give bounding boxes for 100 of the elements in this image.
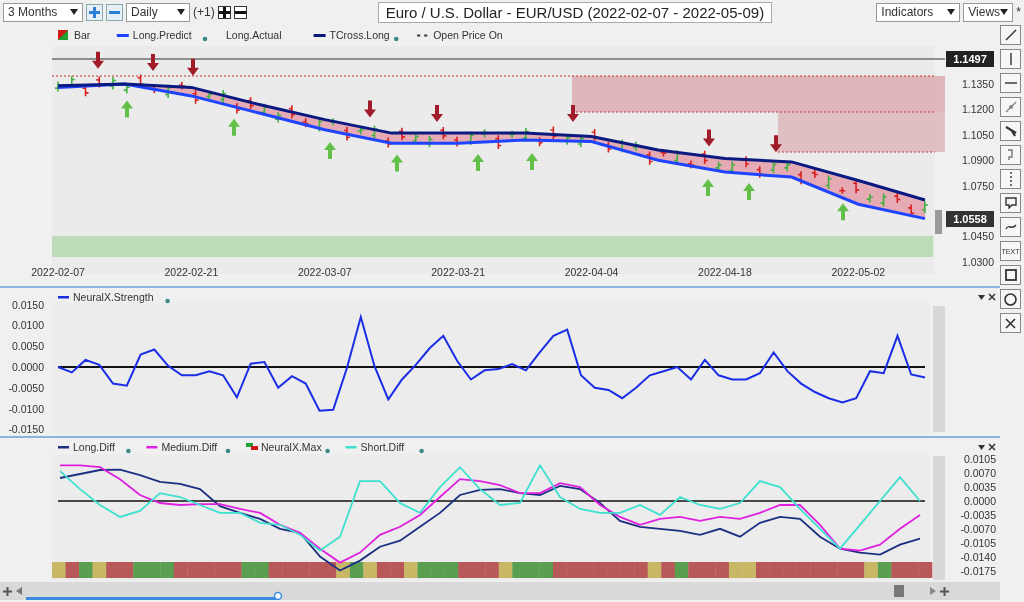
axis-label: -0.0035 <box>960 508 996 521</box>
legend-label: Long.Predict <box>132 29 192 41</box>
modified-mark: * <box>1016 5 1021 19</box>
legend-label: Open Price On <box>433 29 503 41</box>
down-arrow-icon <box>364 100 376 118</box>
add-button[interactable] <box>217 5 231 19</box>
vertical-line-icon <box>1008 53 1013 65</box>
up-arrow-icon <box>121 100 133 118</box>
horizontal-line-icon <box>1004 81 1017 85</box>
axis-label: -0.0175 <box>960 564 996 577</box>
axis-label: -0.0100 <box>8 402 44 415</box>
range-select[interactable]: 3 Months <box>3 2 83 22</box>
legend-label: Medium.Diff <box>161 441 218 453</box>
axis-label: -0.0050 <box>8 381 44 394</box>
caret-icon <box>947 9 956 15</box>
bar-legend-icon <box>246 443 258 450</box>
legend-dot-icon <box>325 448 330 454</box>
bar-legend-icon <box>58 30 68 40</box>
circle-icon <box>1004 292 1017 306</box>
axis-label: 2022-03-07 <box>297 266 352 278</box>
up-arrow-icon <box>228 118 240 136</box>
price-badge: 1.0558 <box>946 211 994 227</box>
axis-label: 1.1200 <box>961 103 994 116</box>
caret-icon <box>1000 9 1009 15</box>
zoom-in-button[interactable] <box>86 3 103 21</box>
views-select[interactable]: Views <box>963 2 1014 22</box>
axis-label: 1.0300 <box>961 255 994 268</box>
up-arrow-icon <box>324 141 336 159</box>
down-arrow-icon <box>770 135 782 153</box>
down-arrow-icon <box>147 54 159 71</box>
legend-label: TCross.Long <box>329 29 390 41</box>
scroll-track[interactable] <box>933 456 945 580</box>
up-arrow-icon <box>526 153 538 170</box>
step-line-icon <box>1005 149 1016 161</box>
axis-label: 1.0900 <box>961 154 994 167</box>
axis-label: 2022-02-21 <box>164 266 219 278</box>
callout-icon <box>1004 197 1017 209</box>
down-arrow-icon <box>703 129 715 147</box>
remove-button[interactable] <box>233 5 247 19</box>
caret-icon[interactable] <box>978 445 985 450</box>
drawing-tool-button[interactable] <box>1000 313 1021 333</box>
axis-label: 0.0105 <box>963 453 996 466</box>
scroll-track[interactable] <box>933 306 945 432</box>
down-arrow-icon <box>92 51 104 69</box>
axis-label: 2022-04-04 <box>564 266 619 278</box>
up-arrow-icon <box>391 154 403 172</box>
down-arrow-icon <box>431 104 443 122</box>
legend-dot-icon <box>202 36 208 42</box>
axis-label: 0.0000 <box>11 361 44 373</box>
drawing-tool-button[interactable] <box>1000 289 1021 309</box>
drawing-tool-button[interactable] <box>1000 265 1021 285</box>
up-arrow-icon <box>702 178 714 196</box>
close-icon <box>1005 317 1016 329</box>
legend-dot-icon <box>126 448 131 454</box>
up-arrow-icon <box>472 153 484 171</box>
plus-icon[interactable] <box>3 586 12 596</box>
axis-label: 0.0050 <box>11 340 44 353</box>
scroll-handle[interactable] <box>935 210 942 234</box>
drawing-tool-button[interactable] <box>1000 217 1021 237</box>
dashed-line-icon <box>416 34 429 37</box>
wave-icon <box>1004 223 1017 231</box>
interval-select[interactable]: Daily <box>126 2 190 22</box>
square-icon <box>1004 269 1017 281</box>
indicators-select[interactable]: Indicators <box>876 2 961 22</box>
legend-label: Bar <box>74 29 91 41</box>
up-arrow-icon <box>743 183 755 201</box>
up-arrow-icon <box>837 203 849 221</box>
scroll-left-icon[interactable] <box>16 587 22 595</box>
legend-dot-icon <box>225 448 231 454</box>
legend-dot-icon <box>393 36 399 42</box>
drawing-tool-button[interactable] <box>1000 121 1021 141</box>
axis-label: 1.0750 <box>961 179 994 192</box>
axis-label: -0.0150 <box>8 423 44 436</box>
legend-dot-icon <box>419 448 424 454</box>
axis-label: 2022-04-18 <box>698 266 752 278</box>
caret-icon <box>177 9 185 15</box>
plus-icon[interactable] <box>940 586 949 596</box>
axis-label: 0.0000 <box>963 495 996 507</box>
ray-icon <box>1004 101 1017 113</box>
legend-dot-icon <box>165 298 170 304</box>
axis-label: 1.0450 <box>961 230 994 243</box>
legend-label: NeuralX.Strength <box>73 291 154 303</box>
dotted-line-icon <box>1008 172 1013 186</box>
legend-label: NeuralX.Max <box>261 441 322 453</box>
axis-label: -0.0070 <box>960 522 996 535</box>
caret-icon[interactable] <box>978 295 985 300</box>
drawing-tool-button[interactable] <box>1000 193 1021 213</box>
axis-label: 0.0150 <box>11 298 44 311</box>
plus-icon <box>89 6 100 18</box>
pen-icon <box>1004 125 1017 137</box>
zoom-out-button[interactable] <box>106 3 123 21</box>
chart-title: Euro / U.S. Dollar - EUR/USD (2022-02-07 - 2022-05-09) <box>377 1 773 23</box>
drawing-tool-button[interactable] <box>1000 25 1021 45</box>
close-icon[interactable] <box>988 443 996 451</box>
down-arrow-icon <box>187 58 199 76</box>
legend-label: Long.Actual <box>226 29 282 41</box>
down-arrow-icon <box>567 105 579 123</box>
legend-label: Long.Diff <box>73 441 115 453</box>
legend-label: Short.Diff <box>360 441 405 453</box>
close-icon[interactable] <box>988 293 996 301</box>
